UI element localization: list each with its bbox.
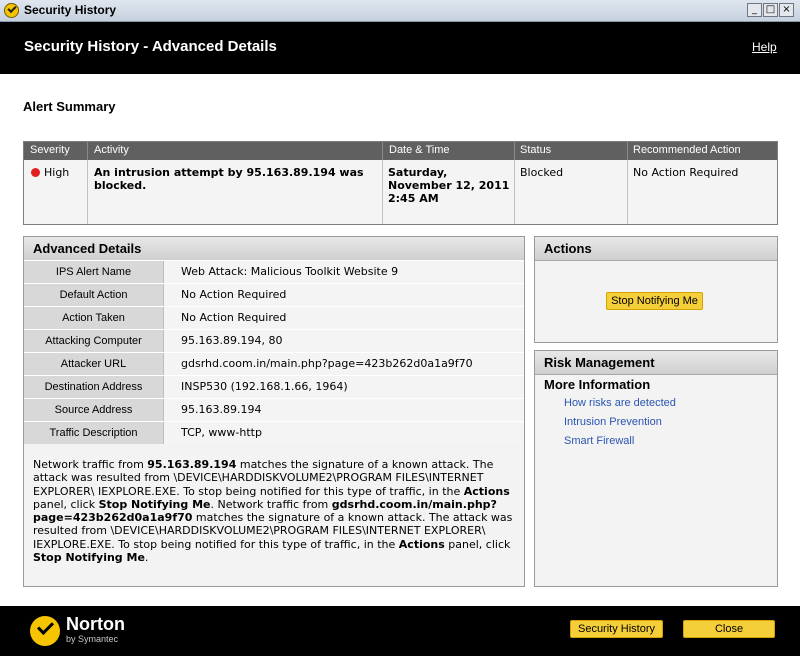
norton-brand: Norton [66,614,125,634]
col-severity: Severity [30,144,70,156]
actions-panel: Actions [534,236,778,343]
table-header: Severity Activity Date & Time Status Rec… [24,142,777,160]
date-line: Saturday, [388,166,448,179]
desc-bold: Actions [463,484,510,498]
detail-label: Attacker URL [24,353,164,375]
detail-value: gdsrhd.coom.in/main.php?page=423b262d0a1… [164,353,524,375]
desc-text: . [144,551,149,565]
advanced-details-title: Advanced Details [33,241,142,256]
page-header: Security History - Advanced Details Help [0,22,800,74]
col-date-time: Date & Time [389,144,450,156]
detail-row: Source Address 95.163.89.194 [24,398,524,421]
detail-label: IPS Alert Name [24,261,164,283]
desc-text: panel, click [444,537,511,551]
detail-label: Destination Address [24,376,164,398]
link-how-risks-detected[interactable]: How risks are detected [564,397,676,409]
desc-bold: 95.163.89.194 [147,458,237,471]
help-link[interactable]: Help [752,40,777,54]
detail-value: 95.163.89.194 [164,399,524,421]
detail-value: No Action Required [164,307,524,329]
norton-check-icon [4,3,19,18]
risk-management-header: Risk Management [535,351,777,375]
page-title: Security History - Advanced Details [24,38,277,55]
alert-description: Network traffic from 95.163.89.194 match… [33,458,518,564]
desc-text: panel, click [33,497,99,511]
actions-header: Actions [535,237,777,261]
alert-summary-heading: Alert Summary [23,99,116,114]
activity-line: blocked. [94,179,147,192]
severity-high-icon [31,168,40,177]
detail-label: Attacking Computer [24,330,164,352]
maximize-button[interactable]: □ [763,3,778,17]
date-time-cell: Saturday, November 12, 2011 2:45 AM [388,166,509,205]
detail-value: 95.163.89.194, 80 [164,330,524,352]
advanced-details-header: Advanced Details [24,237,524,261]
alert-summary-table: Severity Activity Date & Time Status Rec… [23,141,778,225]
security-history-button[interactable]: Security History [570,620,663,638]
more-information-heading: More Information [544,377,651,392]
col-activity: Activity [94,144,129,156]
detail-value: TCP, www-http [164,422,524,444]
norton-brand-sub: by Symantec [66,634,119,644]
desc-bold: Stop Notifying Me [98,497,211,511]
col-status: Status [520,144,552,156]
detail-row: Traffic Description TCP, www-http [24,421,524,444]
link-intrusion-prevention[interactable]: Intrusion Prevention [564,416,662,428]
activity-line: An intrusion attempt by 95.163.89.194 wa… [94,166,364,179]
severity-value: High [44,166,70,179]
desc-bold: Stop Notifying Me [33,551,145,565]
desc-bold: Actions [398,537,445,551]
detail-row: IPS Alert Name Web Attack: Malicious Tool… [24,260,524,283]
detail-label: Default Action [24,284,164,306]
col-recommended-action: Recommended Action [633,144,741,156]
link-smart-firewall[interactable]: Smart Firewall [564,435,634,447]
detail-label: Traffic Description [24,422,164,444]
date-line: 2:45 AM [388,192,439,205]
detail-value: No Action Required [164,284,524,306]
detail-row: Default Action No Action Required [24,283,524,306]
severity-cell: High [31,166,69,179]
detail-row: Destination Address INSP530 (192.168.1.66… [24,375,524,398]
detail-label: Source Address [24,399,164,421]
recommended-action-cell: No Action Required [633,166,739,179]
status-cell: Blocked [520,166,564,179]
detail-row: Action Taken No Action Required [24,306,524,329]
date-line: November 12, 2011 [388,179,510,192]
detail-row: Attacker URL gdsrhd.coom.in/main.php?page… [24,352,524,375]
norton-logo-icon [30,616,60,646]
risk-management-title: Risk Management [544,355,655,370]
detail-value: Web Attack: Malicious Toolkit Website 9 [164,261,524,283]
detail-row: Attacking Computer 95.163.89.194, 80 [24,329,524,352]
desc-text: Network traffic from [33,458,148,471]
window-titlebar: Security History _ □ × [0,0,800,22]
actions-title: Actions [544,241,592,256]
detail-value: INSP530 (192.168.1.66, 1964) [164,376,524,398]
desc-text: . Network traffic from [210,497,332,511]
minimize-button[interactable]: _ [747,3,762,17]
activity-cell: An intrusion attempt by 95.163.89.194 wa… [94,166,374,192]
advanced-details-panel: Advanced Details IPS Alert Name Web Attac… [23,236,525,587]
stop-notifying-button[interactable]: Stop Notifying Me [606,292,703,310]
close-button[interactable]: Close [683,620,775,638]
close-window-button[interactable]: × [779,3,794,17]
window-title: Security History [24,3,117,17]
detail-label: Action Taken [24,307,164,329]
